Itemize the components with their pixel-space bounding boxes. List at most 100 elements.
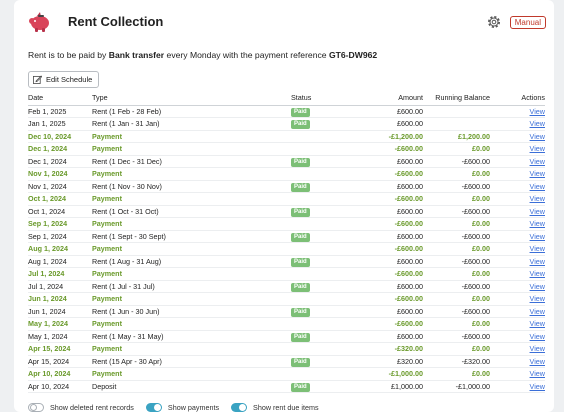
row-action: View	[490, 105, 545, 118]
toggle-item: Show deleted rent records	[28, 402, 134, 412]
row-date: Jun 1, 2024	[28, 305, 92, 318]
view-link[interactable]: View	[530, 144, 545, 153]
row-action: View	[490, 130, 545, 143]
row-type: Rent (1 Jul - 31 Jul)	[92, 280, 291, 293]
view-link[interactable]: View	[530, 182, 545, 191]
view-link[interactable]: View	[530, 307, 545, 316]
row-amount: -£600.00	[351, 317, 423, 331]
table-row: Apr 15, 2024 Rent (15 Apr - 30 Apr) Paid £3…	[28, 355, 545, 368]
row-date: Apr 10, 2024	[28, 380, 92, 393]
view-link[interactable]: View	[530, 119, 545, 128]
view-link[interactable]: View	[530, 219, 545, 228]
row-status	[291, 192, 351, 206]
view-link[interactable]: View	[530, 257, 545, 266]
header-balance: Running Balance	[423, 93, 490, 106]
view-link[interactable]: View	[530, 194, 545, 203]
row-status	[291, 342, 351, 356]
row-amount: -£1,200.00	[351, 130, 423, 143]
status-badge: Paid	[291, 332, 310, 342]
row-amount: £600.00	[351, 117, 423, 131]
row-status	[291, 167, 351, 181]
row-action: View	[490, 117, 545, 131]
table-row: Nov 1, 2024 Rent (1 Nov - 30 Nov) Paid £600…	[28, 180, 545, 193]
toggle-switch[interactable]	[231, 402, 248, 412]
status-badge: Paid	[291, 307, 310, 317]
edit-schedule-button[interactable]: Edit Schedule	[28, 71, 100, 88]
view-link[interactable]: View	[530, 369, 545, 378]
row-amount: -£600.00	[351, 192, 423, 206]
header-date: Date	[28, 93, 92, 106]
edit-schedule-label: Edit Schedule	[46, 75, 93, 84]
row-balance: -£600.00	[423, 280, 490, 293]
toggle-switch[interactable]	[145, 402, 162, 412]
payment-instructions: Rent is to be paid by Bank transfer ever…	[28, 50, 377, 60]
view-link[interactable]: View	[530, 157, 545, 166]
row-amount: £600.00	[351, 205, 423, 218]
table-row: Apr 15, 2024 Payment -£320.00 £0.00 View	[28, 342, 545, 356]
row-date: Aug 1, 2024	[28, 242, 92, 256]
row-amount: £600.00	[351, 330, 423, 343]
row-balance: £0.00	[423, 192, 490, 206]
status-badge: Paid	[291, 182, 310, 192]
table-row: May 1, 2024 Payment -£600.00 £0.00 View	[28, 317, 545, 331]
table-row: Dec 10, 2024 Payment -£1,200.00 £1,200.00 Vi…	[28, 130, 545, 143]
filter-toggles: Show deleted rent records Show payments Sh…	[28, 401, 319, 412]
row-action: View	[490, 330, 545, 343]
view-link[interactable]: View	[530, 207, 545, 216]
row-amount: -£600.00	[351, 167, 423, 181]
view-link[interactable]: View	[530, 294, 545, 303]
row-amount: £1,000.00	[351, 380, 423, 393]
row-type: Payment	[92, 217, 291, 231]
row-amount: £600.00	[351, 180, 423, 193]
row-date: Apr 15, 2024	[28, 342, 92, 356]
page-title: Rent Collection	[68, 14, 164, 29]
row-action: View	[490, 342, 545, 356]
intro-prefix: Rent is to be paid by	[28, 50, 107, 60]
view-link[interactable]: View	[530, 232, 545, 241]
row-type: Payment	[92, 192, 291, 206]
view-link[interactable]: View	[530, 319, 545, 328]
row-status	[291, 292, 351, 306]
view-link[interactable]: View	[530, 169, 545, 178]
row-balance: -£600.00	[423, 255, 490, 268]
view-link[interactable]: View	[530, 332, 545, 341]
row-balance: -£600.00	[423, 155, 490, 168]
row-status: Paid	[291, 117, 351, 131]
row-type: Rent (1 Jan - 31 Jan)	[92, 117, 291, 131]
view-link[interactable]: View	[530, 107, 545, 116]
row-date: May 1, 2024	[28, 317, 92, 331]
row-amount: -£600.00	[351, 242, 423, 256]
row-date: Aug 1, 2024	[28, 255, 92, 268]
row-date: Jun 1, 2024	[28, 292, 92, 306]
table-row: Aug 1, 2024 Payment -£600.00 £0.00 View	[28, 242, 545, 256]
row-status: Paid	[291, 180, 351, 193]
row-date: May 1, 2024	[28, 330, 92, 343]
row-action: View	[490, 217, 545, 231]
row-status: Paid	[291, 155, 351, 168]
row-balance: £0.00	[423, 367, 490, 381]
row-action: View	[490, 255, 545, 268]
view-link[interactable]: View	[530, 357, 545, 366]
view-link[interactable]: View	[530, 244, 545, 253]
status-badge: Paid	[291, 357, 310, 367]
view-link[interactable]: View	[530, 269, 545, 278]
row-balance: £0.00	[423, 142, 490, 156]
table-row: Sep 1, 2024 Payment -£600.00 £0.00 View	[28, 217, 545, 231]
row-balance: £0.00	[423, 242, 490, 256]
manual-badge: Manual	[509, 16, 546, 29]
toggle-switch[interactable]	[28, 402, 44, 412]
row-type: Payment	[92, 267, 291, 281]
row-amount: -£600.00	[351, 217, 423, 231]
rent-ledger-table: Date Type Status Amount Running Balance …	[28, 93, 545, 393]
view-link[interactable]: View	[530, 344, 545, 353]
row-type: Payment	[92, 142, 291, 156]
gear-icon[interactable]	[486, 14, 502, 30]
view-link[interactable]: View	[530, 132, 545, 141]
row-type: Payment	[92, 367, 291, 381]
row-balance: £0.00	[423, 292, 490, 306]
row-action: View	[490, 280, 545, 293]
view-link[interactable]: View	[530, 382, 545, 391]
view-link[interactable]: View	[530, 282, 545, 291]
row-amount: £320.00	[351, 355, 423, 368]
row-action: View	[490, 367, 545, 381]
